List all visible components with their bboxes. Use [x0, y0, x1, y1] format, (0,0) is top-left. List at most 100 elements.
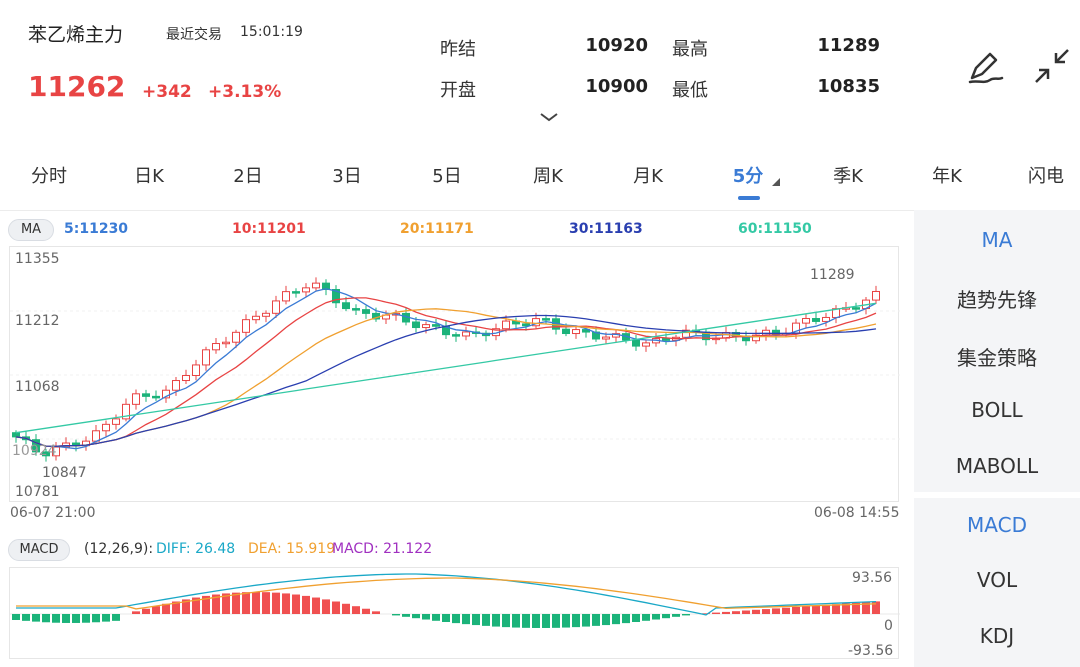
prev-settle-value: 10920 [585, 35, 648, 56]
tab-month-k[interactable]: 月K [608, 162, 688, 188]
candle-body [92, 430, 100, 442]
tab-year-k[interactable]: 年K [907, 162, 987, 188]
indicator-gold-strategy[interactable]: 集金策略 [914, 342, 1080, 371]
macd-bar [32, 614, 40, 622]
ma20-legend: 20:11171 [400, 221, 474, 237]
macd-bar [482, 614, 490, 626]
tab-day-k[interactable]: 日K [109, 162, 189, 188]
indicator-trend-pioneer[interactable]: 趋势先锋 [914, 284, 1080, 313]
chevron-down-icon[interactable] [538, 110, 560, 124]
macd-bar [822, 604, 830, 614]
macd-bar [512, 614, 520, 628]
open-value: 10900 [585, 76, 648, 97]
macd-bar [732, 611, 740, 614]
macd-bar [762, 609, 770, 614]
macd-bar [522, 614, 530, 628]
macd-bar [722, 611, 730, 614]
macd-bar [452, 614, 460, 624]
candle-body [432, 324, 440, 327]
macd-bar [592, 614, 600, 626]
candle-body [232, 331, 240, 343]
candle-body [262, 312, 270, 317]
macd-bar [362, 608, 370, 614]
macd-bar [602, 614, 610, 626]
macd-bar [292, 594, 300, 614]
indicator-boll[interactable]: BOLL [914, 398, 1080, 422]
macd-bar [442, 614, 450, 622]
candle-body [522, 323, 530, 327]
indicator-macd[interactable]: MACD [914, 513, 1080, 537]
macd-bar [652, 614, 660, 620]
candle-body [202, 349, 210, 366]
tab-5day[interactable]: 5日 [407, 162, 487, 188]
macd-bar [612, 614, 620, 625]
candle-body [342, 302, 350, 310]
macd-bar [562, 614, 570, 628]
tab-3day[interactable]: 3日 [307, 162, 387, 188]
collapse-icon[interactable] [1030, 44, 1074, 88]
x-end-date: 06-08 14:55 [814, 505, 900, 521]
macd-params: (12,26,9): [84, 541, 154, 557]
indicator-vol[interactable]: VOL [914, 568, 1080, 592]
macd-bar [282, 593, 290, 614]
tab-quarter-k[interactable]: 季K [808, 162, 888, 188]
open-label: 开盘 [440, 80, 476, 101]
candle-body [632, 339, 640, 347]
high-value: 11289 [817, 35, 880, 56]
macd-bar [52, 614, 60, 623]
macd-bar [82, 614, 90, 623]
indicator-kdj[interactable]: KDJ [914, 624, 1080, 648]
candle-body [102, 423, 110, 432]
low-label: 最低 [672, 80, 708, 101]
ma5-legend: 5:11230 [64, 221, 129, 237]
macd-bar [752, 609, 760, 614]
tab-flash[interactable]: 闪电 [1006, 162, 1080, 188]
macd-bar [132, 611, 140, 614]
quote-header: 苯乙烯主力 最近交易 15:01:19 11262 +342 +3.13% 昨结… [0, 0, 1080, 140]
macd-bar [152, 606, 160, 614]
macd-bar [262, 592, 270, 614]
candle-body [872, 290, 880, 301]
ma-line-10 [15, 297, 877, 447]
candle-body [812, 318, 820, 322]
macd-bar [642, 614, 650, 621]
period-tabs: 分时 日K 2日 3日 5日 周K 月K 5分 季K 年K 闪电 [0, 152, 1080, 200]
macd-bar [62, 614, 70, 623]
macd-bar [572, 614, 580, 628]
prev-settle-label: 昨结 [440, 39, 476, 60]
candle-body [352, 308, 360, 311]
contract-name: 苯乙烯主力 [28, 24, 124, 46]
high-annotation: 11289 [810, 267, 855, 283]
low-annotation: 10847 [42, 465, 87, 481]
last-price: 11262 [28, 70, 126, 103]
candle-body [642, 342, 650, 347]
macd-bar [462, 614, 470, 625]
macd-diff-legend: DIFF: 26.48 [156, 541, 236, 557]
draw-pen-icon[interactable] [964, 44, 1008, 88]
ma-indicator-badge[interactable]: MA [8, 219, 54, 241]
tab-dropdown-caret-icon[interactable] [772, 178, 780, 186]
candle-body [312, 282, 320, 289]
macd-bar [772, 608, 780, 614]
macd-bar [322, 599, 330, 614]
macd-bar [792, 607, 800, 614]
macd-value-legend: MACD: 21.122 [332, 541, 433, 557]
candle-body [412, 321, 420, 329]
macd-bar [232, 592, 240, 614]
indicator-ma[interactable]: MA [914, 228, 1080, 252]
macd-bar [112, 614, 120, 621]
tab-week-k[interactable]: 周K [508, 162, 588, 188]
macd-chart[interactable] [9, 567, 900, 659]
macd-indicator-badge[interactable]: MACD [8, 539, 70, 561]
macd-bar [422, 614, 430, 620]
tab-intraday[interactable]: 分时 [9, 162, 89, 188]
macd-bar [632, 614, 640, 622]
kline-chart[interactable] [9, 246, 900, 502]
indicator-maboll[interactable]: MABOLL [914, 454, 1080, 478]
macd-bar [352, 606, 360, 614]
macd-bar [252, 592, 260, 614]
ma60-legend: 60:11150 [738, 221, 812, 237]
tab-2day[interactable]: 2日 [208, 162, 288, 188]
candle-body [302, 287, 310, 293]
macd-bar [802, 606, 810, 614]
